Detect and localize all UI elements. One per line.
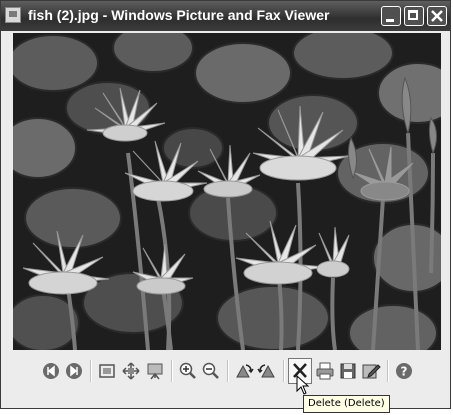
zoom-in-icon xyxy=(179,362,196,379)
slideshow-button[interactable] xyxy=(145,361,165,381)
close-button[interactable] xyxy=(427,6,447,26)
svg-text:?: ? xyxy=(401,365,408,379)
edit-icon xyxy=(362,364,381,379)
save-button[interactable] xyxy=(338,361,358,381)
best-fit-button[interactable] xyxy=(97,361,117,381)
help-icon: ? xyxy=(396,363,412,379)
toolbar-separator xyxy=(171,360,173,382)
water-lily-photo xyxy=(13,33,441,350)
rotate-clockwise-button[interactable] xyxy=(234,361,254,381)
best-fit-icon xyxy=(99,364,115,378)
rotate-counterclockwise-icon xyxy=(257,364,275,378)
actual-size-icon xyxy=(122,362,140,380)
next-image-icon xyxy=(66,363,82,379)
help-button[interactable]: ? xyxy=(394,361,414,381)
previous-image-icon xyxy=(43,363,59,379)
toolbar-separator xyxy=(387,360,389,382)
image-display xyxy=(13,33,441,350)
toolbar: ? xyxy=(1,353,450,389)
zoom-in-button[interactable] xyxy=(178,361,198,381)
slideshow-icon xyxy=(147,363,163,380)
next-image-button[interactable] xyxy=(64,361,84,381)
minimize-button[interactable] xyxy=(381,6,401,26)
toolbar-separator xyxy=(283,360,285,382)
zoom-out-icon xyxy=(202,362,219,379)
app-icon xyxy=(5,7,21,23)
tooltip: Delete (Delete) xyxy=(303,395,390,413)
window-title: fish (2).jpg - Windows Picture and Fax V… xyxy=(28,7,330,23)
actual-size-button[interactable] xyxy=(121,361,141,381)
picture-viewer-window: fish (2).jpg - Windows Picture and Fax V… xyxy=(0,0,451,409)
close-icon xyxy=(431,10,443,22)
title-bar[interactable]: fish (2).jpg - Windows Picture and Fax V… xyxy=(1,1,450,31)
print-icon xyxy=(316,362,334,380)
toolbar-separator xyxy=(90,360,92,382)
arrow-cursor-icon xyxy=(296,374,310,395)
previous-image-button[interactable] xyxy=(41,361,61,381)
maximize-button[interactable] xyxy=(404,6,424,26)
rotate-clockwise-icon xyxy=(236,364,254,378)
zoom-out-button[interactable] xyxy=(201,361,221,381)
toolbar-separator xyxy=(227,360,229,382)
rotate-counterclockwise-button[interactable] xyxy=(257,361,277,381)
edit-button[interactable] xyxy=(361,361,381,381)
print-button[interactable] xyxy=(315,361,335,381)
save-icon xyxy=(340,363,356,379)
